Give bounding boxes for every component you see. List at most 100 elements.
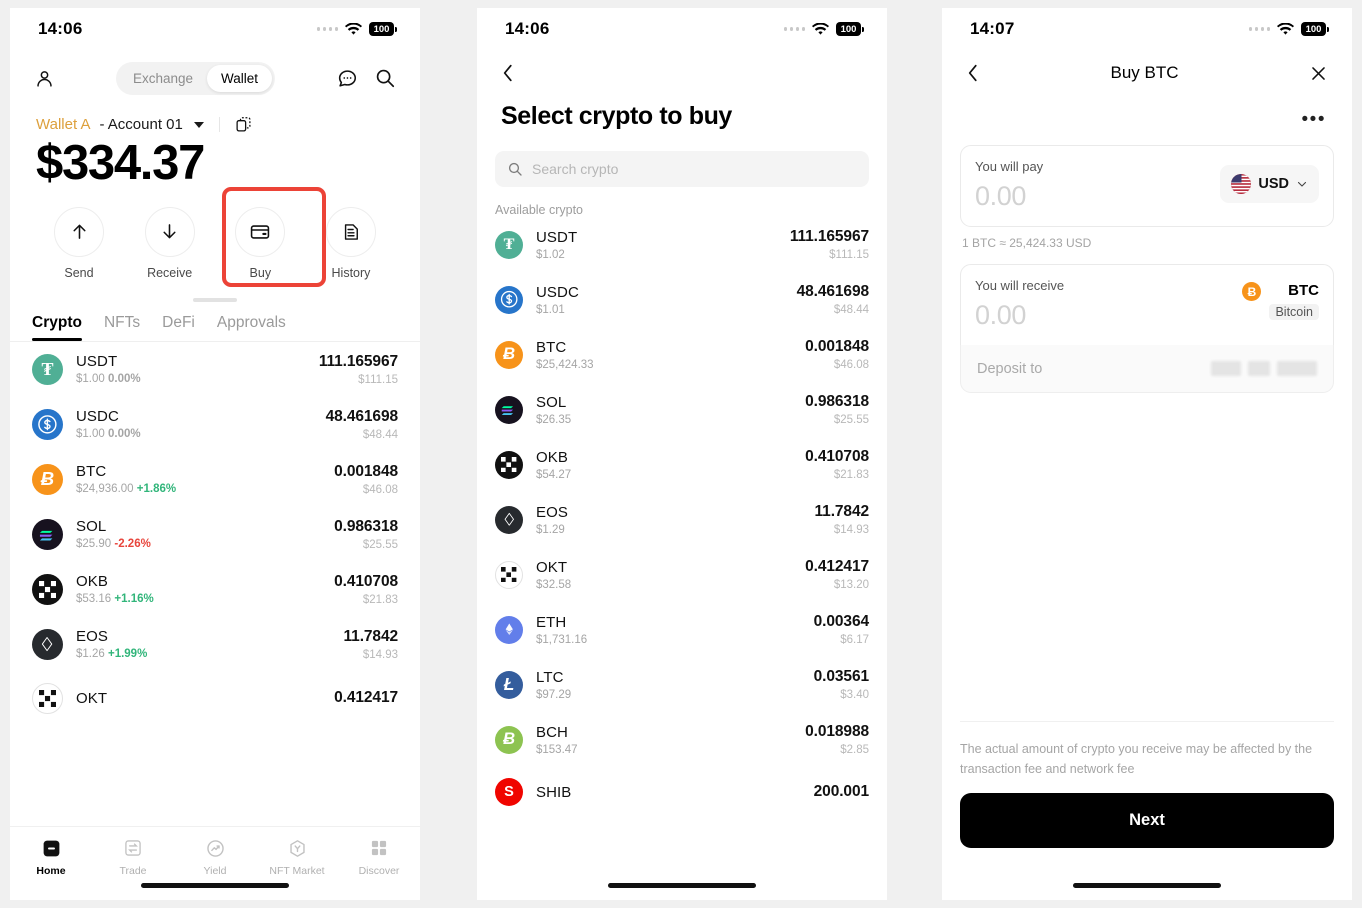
ltc-coin-icon: Ł: [495, 670, 523, 699]
list-item[interactable]: ₮ USDT $1.02 111.165967 $111.15: [477, 217, 887, 272]
more-horizontal-icon[interactable]: •••: [942, 84, 1352, 129]
nav-label: NFT Market: [269, 865, 325, 877]
list-item[interactable]: OKB $54.27 0.410708 $21.83: [477, 437, 887, 492]
table-row[interactable]: OKB $53.16 +1.16% 0.410708 $21.83: [10, 562, 420, 617]
action-label: Buy: [249, 265, 272, 280]
coin-symbol: BCH: [536, 723, 568, 741]
battery-indicator: 100: [836, 22, 864, 36]
usdt-coin-icon: ₮: [495, 230, 523, 259]
list-item[interactable]: Ƀ BCH $153.47 0.018988 $2.85: [477, 712, 887, 767]
list-item[interactable]: Ƀ BTC $25,424.33 0.001848 $46.08: [477, 327, 887, 382]
coin-amount: 111.165967: [318, 352, 398, 370]
eos-coin-icon: [495, 505, 523, 534]
action-buy[interactable]: Buy: [221, 206, 299, 280]
coin-amount: 0.018988: [805, 723, 869, 740]
you-will-pay-card[interactable]: You will pay 0.00 USD: [960, 145, 1334, 227]
chevron-left-icon[interactable]: [966, 62, 980, 84]
signal-dots-icon: [783, 27, 805, 31]
eos-coin-icon: [32, 628, 63, 660]
tab-nfts[interactable]: NFTs: [104, 314, 140, 341]
pay-amount-input[interactable]: 0.00: [975, 181, 1220, 212]
deposit-to-row[interactable]: Deposit to: [960, 345, 1334, 393]
grid-icon: [338, 836, 420, 860]
coin-amount: 0.410708: [334, 572, 398, 590]
coin-amount: 0.412417: [805, 558, 869, 575]
action-history[interactable]: History: [312, 206, 390, 280]
okt-coin-icon: [32, 682, 63, 714]
coin-symbol: USDC: [76, 408, 119, 426]
coin-fiat-value: $48.44: [833, 304, 869, 316]
toggle-wallet[interactable]: Wallet: [207, 64, 273, 92]
table-row[interactable]: EOS $1.26 +1.99% 11.7842 $14.93: [10, 617, 420, 672]
home-indicator: [141, 883, 289, 888]
nav-trade[interactable]: Trade: [92, 836, 174, 877]
coin-amount: 0.001848: [805, 338, 869, 355]
action-send[interactable]: Send: [40, 206, 118, 280]
chevron-left-icon[interactable]: [501, 62, 887, 84]
list-item[interactable]: Ł LTC $97.29 0.03561 $3.40: [477, 657, 887, 712]
quick-actions: Send Receive Buy History: [10, 186, 420, 287]
tab-approvals[interactable]: Approvals: [217, 314, 286, 341]
list-item[interactable]: OKT $32.58 0.412417 $13.20: [477, 547, 887, 602]
coin-price: $54.27: [536, 468, 572, 481]
nav-discover[interactable]: Discover: [338, 836, 420, 877]
list-item[interactable]: USDC $1.01 48.461698 $48.44: [477, 272, 887, 327]
toggle-exchange[interactable]: Exchange: [119, 65, 207, 92]
coin-symbol: USDT: [76, 353, 118, 371]
copy-icon[interactable]: [235, 116, 252, 133]
coin-price-change: $1.00 0.00%: [76, 428, 141, 441]
next-button[interactable]: Next: [960, 793, 1334, 848]
back-button[interactable]: [477, 50, 887, 84]
phone-screen-select-crypto: 14:06 100 Select crypto to buy Search cr…: [477, 8, 887, 900]
bch-coin-icon: Ƀ: [495, 725, 523, 754]
coin-fiat-value: $13.20: [833, 579, 869, 591]
exchange-wallet-toggle[interactable]: Exchange Wallet: [115, 61, 276, 95]
wallet-selector[interactable]: Wallet A - Account 01: [10, 98, 420, 133]
list-item[interactable]: S SHIB 200.001: [477, 767, 887, 817]
nav-label: Trade: [119, 865, 147, 877]
table-row[interactable]: USDC $1.00 0.00% 48.461698 $48.44: [10, 397, 420, 452]
receive-label: You will receive: [975, 278, 1065, 293]
coin-price-change: $1.00 0.00%: [76, 373, 141, 386]
wifi-icon: [345, 22, 362, 36]
table-row[interactable]: Ƀ BTC $24,936.00 +1.86% 0.001848 $46.08: [10, 452, 420, 507]
list-item[interactable]: EOS $1.29 11.7842 $14.93: [477, 492, 887, 547]
tab-defi[interactable]: DeFi: [162, 314, 195, 341]
table-row[interactable]: SOL $25.90 -2.26% 0.986318 $25.55: [10, 507, 420, 562]
search-icon[interactable]: [374, 67, 396, 89]
us-flag-icon: [1231, 174, 1252, 194]
divider: [218, 117, 220, 132]
table-row[interactable]: OKT 0.412417: [10, 672, 420, 725]
list-item[interactable]: SOL $26.35 0.986318 $25.55: [477, 382, 887, 437]
coin-fiat-value: $46.08: [362, 483, 398, 496]
person-icon[interactable]: [34, 68, 55, 89]
coin-fiat-value: $46.08: [833, 359, 869, 371]
you-will-receive-card[interactable]: You will receive 0.00 Ƀ BTC Bitcoin: [960, 264, 1334, 346]
coin-amount: 11.7842: [343, 627, 399, 645]
chat-bubble-icon[interactable]: [336, 67, 358, 89]
coin-amount: 48.461698: [325, 407, 398, 425]
currency-selector[interactable]: USD: [1220, 165, 1319, 203]
nav-home[interactable]: Home: [10, 836, 92, 877]
tab-crypto[interactable]: Crypto: [32, 314, 82, 341]
bottom-navigation: Home Trade Yield NFT Market Discover: [10, 826, 420, 900]
close-icon[interactable]: [1309, 64, 1328, 83]
receive-coin-selector[interactable]: Ƀ BTC Bitcoin: [1242, 278, 1319, 321]
coin-symbol: SOL: [536, 393, 567, 411]
available-crypto-list: ₮ USDT $1.02 111.165967 $111.15 USDC $1.01 48.4…: [477, 217, 887, 817]
chevron-down-icon[interactable]: [193, 121, 204, 128]
coin-price-change: $25.90 -2.26%: [76, 538, 151, 551]
search-crypto-field[interactable]: Search crypto: [495, 151, 869, 187]
action-receive[interactable]: Receive: [131, 206, 209, 280]
nav-yield[interactable]: Yield: [174, 836, 256, 877]
usdt-coin-icon: ₮: [32, 353, 63, 385]
search-placeholder: Search crypto: [532, 161, 619, 177]
coin-amount: 0.00364: [813, 613, 869, 630]
list-item[interactable]: ETH $1,731.16 0.00364 $6.17: [477, 602, 887, 657]
coin-amount: 0.986318: [805, 393, 869, 410]
table-row[interactable]: ₮ USDT $1.00 0.00% 111.165967 $111.15: [10, 342, 420, 397]
nav-nft-market[interactable]: NFT Market: [256, 836, 338, 877]
receive-amount-input[interactable]: 0.00: [975, 300, 1242, 331]
phone-screen-buy-btc: 14:07 100 Buy BTC ••• You will pay 0.00 …: [942, 8, 1352, 900]
signal-dots-icon: [1248, 27, 1270, 31]
